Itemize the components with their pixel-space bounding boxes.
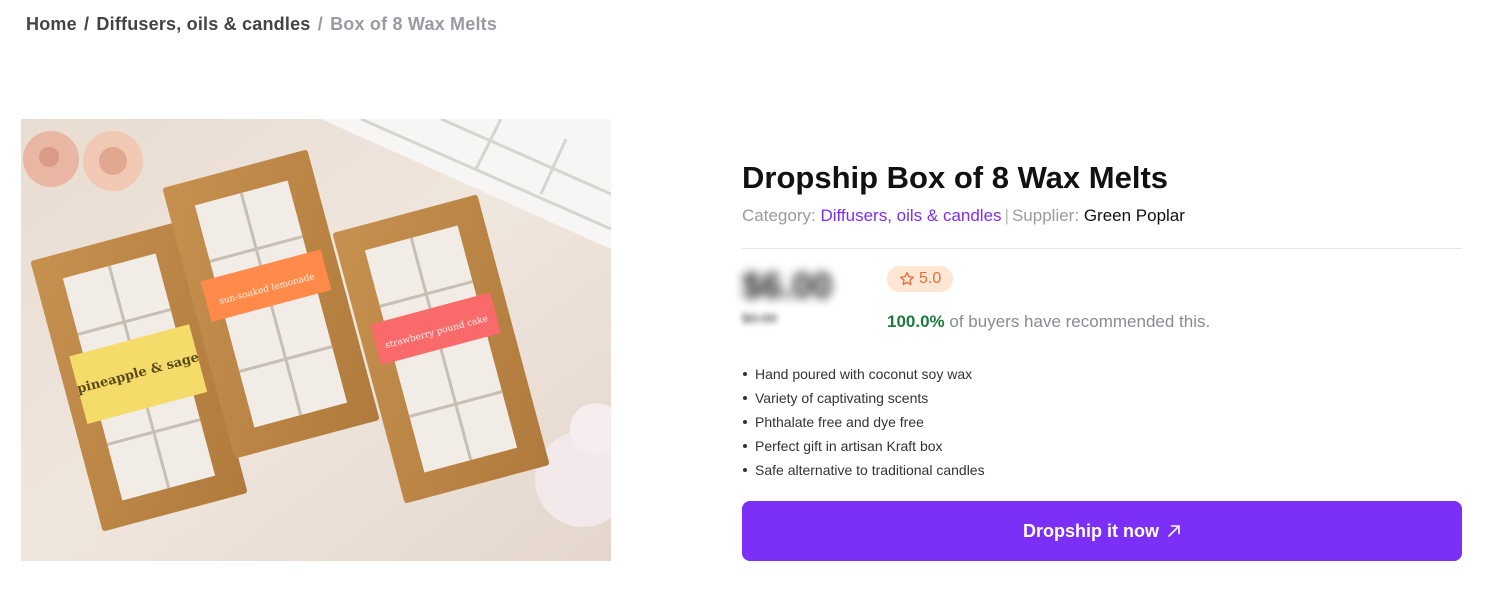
breadcrumb-separator: / bbox=[84, 14, 90, 34]
dropship-now-label: Dropship it now bbox=[1023, 520, 1159, 541]
price: $6.00 bbox=[742, 265, 833, 306]
bullet bbox=[743, 444, 747, 448]
category-link[interactable]: Diffusers, oils & candles bbox=[820, 206, 1001, 225]
feature-item: Hand poured with coconut soy wax bbox=[742, 362, 985, 386]
feature-text: Perfect gift in artisan Kraft box bbox=[755, 438, 943, 454]
feature-item: Variety of captivating scents bbox=[742, 386, 985, 410]
star-outline-icon bbox=[900, 272, 914, 286]
feature-item: Perfect gift in artisan Kraft box bbox=[742, 434, 985, 458]
product-meta: Category: Diffusers, oils & candles | Supp… bbox=[742, 206, 1462, 226]
breadcrumb-category-link[interactable]: Diffusers, oils & candles bbox=[96, 14, 310, 34]
product-title: Dropship Box of 8 Wax Melts bbox=[742, 160, 1169, 195]
price-block: $6.00 $0.00 bbox=[742, 266, 862, 336]
breadcrumb-home-link[interactable]: Home bbox=[26, 14, 77, 34]
recommendation: 100.0% of buyers have recommended this. bbox=[887, 312, 1210, 332]
category-label: Category: bbox=[742, 206, 816, 225]
feature-text: Phthalate free and dye free bbox=[755, 414, 924, 430]
product-info: Dropship Box of 8 Wax Melts Category: Di… bbox=[742, 158, 1462, 561]
breadcrumb-separator: / bbox=[317, 14, 323, 34]
product-photo: pineapple & sage sun-soaked lemonade str… bbox=[21, 119, 611, 561]
feature-item: Safe alternative to traditional candles bbox=[742, 458, 985, 482]
supplier-name: Green Poplar bbox=[1083, 206, 1185, 225]
bullet bbox=[743, 396, 747, 400]
rating-value: 5.0 bbox=[919, 270, 942, 287]
feature-text: Variety of captivating scents bbox=[755, 390, 929, 406]
old-price: $0.00 bbox=[742, 310, 778, 326]
recommend-percentage: 100.0% bbox=[887, 312, 945, 331]
feature-list: Hand poured with coconut soy wax Variety… bbox=[742, 362, 985, 482]
bullet bbox=[743, 372, 747, 376]
recommend-text: of buyers have recommended this. bbox=[949, 312, 1211, 331]
product-image[interactable]: pineapple & sage sun-soaked lemonade str… bbox=[21, 119, 611, 561]
feature-text: Hand poured with coconut soy wax bbox=[755, 366, 973, 382]
meta-divider: | bbox=[1004, 206, 1009, 225]
bullet bbox=[743, 420, 747, 424]
dropship-now-button[interactable]: Dropship it now bbox=[742, 501, 1462, 561]
breadcrumb: Home / Diffusers, oils & candles / Box o… bbox=[26, 14, 497, 35]
supplier-label: Supplier: bbox=[1011, 206, 1080, 225]
arrow-up-right-icon bbox=[1168, 525, 1180, 537]
divider bbox=[742, 248, 1462, 249]
rating-badge: 5.0 bbox=[887, 266, 954, 292]
bullet bbox=[743, 468, 747, 472]
breadcrumb-current: Box of 8 Wax Melts bbox=[330, 14, 498, 34]
feature-item: Phthalate free and dye free bbox=[742, 410, 985, 434]
feature-text: Safe alternative to traditional candles bbox=[755, 462, 985, 478]
